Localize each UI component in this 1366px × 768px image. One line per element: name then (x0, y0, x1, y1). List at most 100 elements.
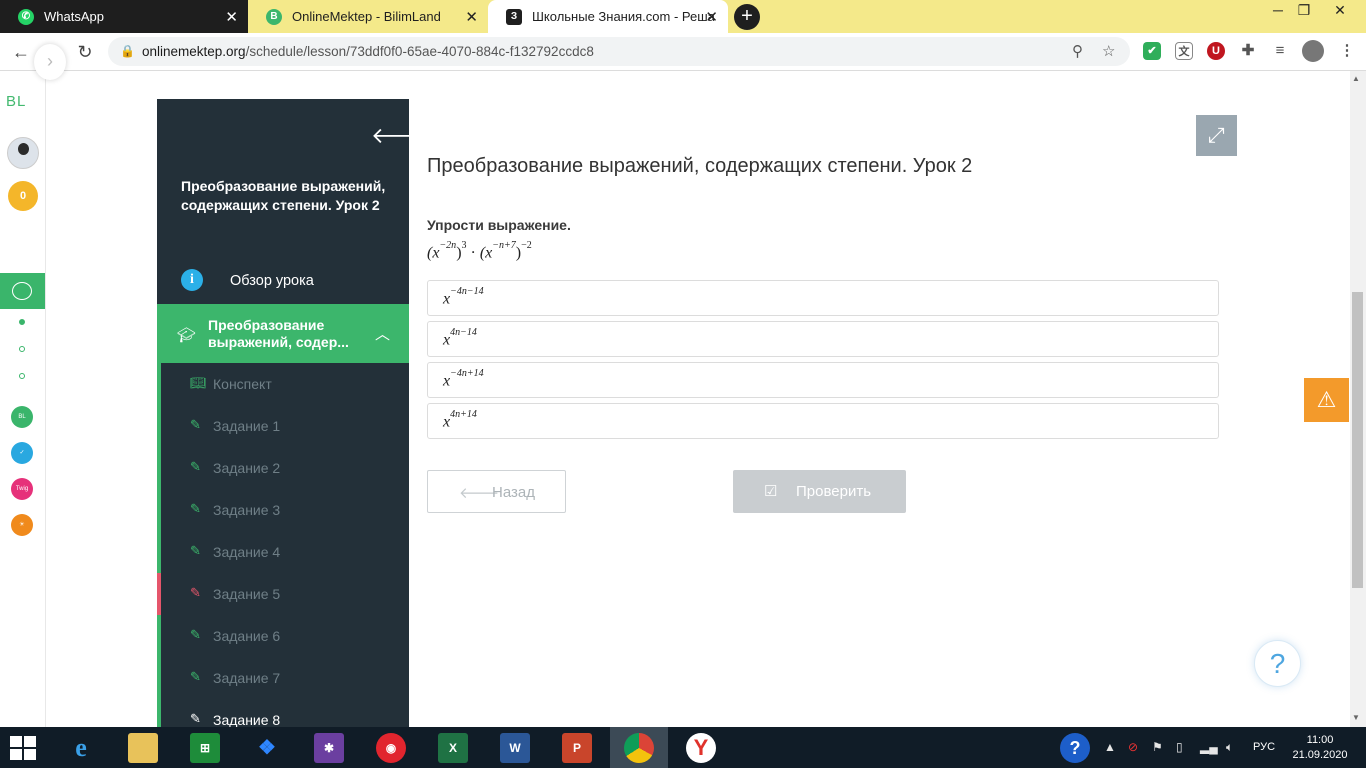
back-icon[interactable]: ← (8, 39, 34, 65)
zoom-icon[interactable]: ⚲ (1072, 42, 1083, 60)
lock-icon: 🔒 (120, 44, 135, 58)
help-tray-icon[interactable]: ? (1060, 733, 1090, 763)
translate-icon[interactable]: 文 (1175, 42, 1193, 60)
powerpoint-icon[interactable]: P (562, 733, 592, 763)
twig-app-icon[interactable]: Twig (11, 478, 33, 500)
chrome-icon[interactable] (624, 733, 654, 763)
check-button[interactable]: ☑ Проверить (733, 470, 906, 513)
address-bar[interactable]: 🔒 onlinemektep.org/schedule/lesson/73ddf… (108, 37, 1130, 66)
check-square-icon: ☑ (764, 483, 778, 500)
browser-tab-strip: ✆ WhatsApp ✕ B OnlineMektep - BilimLand … (0, 0, 1366, 33)
answer-option-1[interactable]: x−4n−14 (427, 280, 1219, 316)
sidebar-item-label: Задание 6 (213, 628, 281, 644)
sidebar-item-task-2[interactable]: ✎ Задание 2 (157, 447, 409, 489)
media-queue-icon[interactable]: ≡ (1271, 42, 1289, 60)
arrow-left-icon[interactable]: 🡐 (371, 123, 409, 149)
ublock-icon[interactable]: U (1207, 42, 1225, 60)
rail-item-onlinemektep[interactable] (0, 273, 45, 309)
sidebar-item-label: Обзор урока (230, 273, 314, 289)
answer-option-3[interactable]: x−4n+14 (427, 362, 1219, 398)
scroll-down-icon[interactable]: ▼ (1352, 713, 1360, 722)
tab-znanija[interactable]: З Школьные Знания.com - Решае ✕ (488, 0, 728, 33)
sidebar-item-task-3[interactable]: ✎ Задание 3 (157, 489, 409, 531)
scroll-up-icon[interactable]: ▲ (1352, 74, 1360, 83)
extensions-icon[interactable]: ✚ (1239, 42, 1257, 60)
tab-whatsapp[interactable]: ✆ WhatsApp ✕ (0, 0, 248, 33)
edit-icon: ✎ (190, 627, 201, 642)
puzzle-app-icon[interactable]: ✱ (314, 733, 344, 763)
avatar[interactable] (7, 137, 39, 169)
profile-avatar[interactable] (1302, 40, 1324, 62)
rail-dot-active[interactable] (19, 319, 25, 325)
sidebar-section-current[interactable]: 🎓︎ Преобразование выражений, содер... ︿ (157, 304, 409, 363)
sidebar-item-task-8[interactable]: ✎ Задание 8 (157, 699, 409, 727)
excel-icon[interactable]: X (438, 733, 468, 763)
back-button[interactable]: 🡐 Назад (427, 470, 566, 513)
windows-start-icon[interactable] (10, 736, 36, 760)
back-button-label: Назад (492, 484, 535, 501)
file-explorer-icon[interactable] (128, 733, 158, 763)
onlinemektep-icon (12, 282, 32, 300)
sidebar-item-task-4[interactable]: ✎ Задание 4 (157, 531, 409, 573)
sidebar-item-task-5[interactable]: ✎ Задание 5 (157, 573, 409, 615)
answer-option-4[interactable]: x4n+14 (427, 403, 1219, 439)
internet-explorer-icon[interactable]: e (66, 733, 96, 763)
antivirus-tray-icon[interactable]: ⊘ (1128, 740, 1138, 754)
edit-icon: ✎ (190, 669, 201, 684)
tab-onlinemektep[interactable]: B OnlineMektep - BilimLand ✕ (248, 0, 488, 33)
rail-dot[interactable] (19, 346, 25, 352)
sidebar-item-konspekt[interactable]: 📖︎ Конспект (157, 363, 409, 405)
clock-date: 21.09.2020 (1292, 749, 1348, 761)
word-icon[interactable]: W (500, 733, 530, 763)
coins-badge[interactable]: 0 (8, 181, 38, 211)
answer-option-2[interactable]: x4n−14 (427, 321, 1219, 357)
chevron-right-icon[interactable]: › (34, 44, 66, 80)
reload-icon[interactable]: ↻ (72, 39, 98, 65)
close-icon[interactable]: ✕ (465, 8, 478, 26)
option-formula: x4n−14 (443, 327, 477, 349)
volume-tray-icon[interactable]: 🔈︎ (1226, 740, 1233, 755)
tray-expand-icon[interactable]: ▲ (1104, 740, 1116, 754)
close-icon[interactable]: ✕ (225, 8, 238, 26)
graduation-cap-icon: 🎓︎ (177, 327, 197, 344)
url-text[interactable]: onlinemektep.org/schedule/lesson/73ddf0f… (142, 44, 594, 59)
chevron-up-icon[interactable]: ︿ (375, 323, 390, 344)
sidebar-item-task-1[interactable]: ✎ Задание 1 (157, 405, 409, 447)
language-indicator[interactable]: РУС (1253, 741, 1275, 753)
sidebar-item-task-6[interactable]: ✎ Задание 6 (157, 615, 409, 657)
clock[interactable]: 11:00 21.09.2020 (1290, 733, 1350, 763)
sidebar-item-task-7[interactable]: ✎ Задание 7 (157, 657, 409, 699)
network-tray-icon[interactable]: ▂▄ (1200, 740, 1218, 754)
dropbox-icon[interactable]: ❖ (252, 733, 282, 763)
battery-tray-icon[interactable]: ▯ (1176, 740, 1183, 754)
expand-icon[interactable]: ⤢ (1196, 115, 1237, 156)
rail-dot[interactable] (19, 373, 25, 379)
minimize-icon[interactable]: ─ (1265, 2, 1291, 18)
ishine-app-icon[interactable]: ☀ (11, 514, 33, 536)
scrollbar-thumb[interactable] (1352, 292, 1363, 588)
menu-icon[interactable]: ⋮ (1338, 42, 1356, 60)
page-title: Преобразование выражений, содержащих сте… (427, 155, 973, 177)
new-tab-button[interactable]: + (734, 4, 760, 30)
help-icon[interactable]: ? (1254, 640, 1301, 687)
flag-tray-icon[interactable]: ⚑ (1152, 740, 1163, 754)
tab-title: WhatsApp (44, 9, 104, 24)
warning-icon[interactable]: ⚠ (1304, 378, 1349, 422)
sidebar-item-overview[interactable]: i Обзор урока (157, 259, 409, 303)
music-app-icon[interactable]: ◉ (376, 733, 406, 763)
maximize-icon[interactable]: ❐ (1291, 2, 1317, 19)
whatsapp-icon: ✆ (18, 8, 34, 25)
close-window-icon[interactable]: ✕ (1327, 2, 1353, 19)
bilimland-icon: B (266, 8, 282, 25)
adguard-shield-icon[interactable]: ✔ (1143, 42, 1161, 60)
close-icon[interactable]: ✕ (705, 8, 718, 26)
yandex-browser-icon[interactable]: Y (686, 733, 716, 763)
option-formula: x−4n−14 (443, 286, 484, 308)
bilimland-logo[interactable]: BL (6, 93, 26, 110)
bilimland-app-icon[interactable]: BL (11, 406, 33, 428)
sidebar-item-label: Задание 4 (213, 544, 281, 560)
store-icon[interactable]: ⊞ (190, 733, 220, 763)
sidebar-item-label: Конспект (213, 376, 272, 392)
checklist-app-icon[interactable]: ✓ (11, 442, 33, 464)
star-icon[interactable]: ☆ (1102, 42, 1115, 60)
